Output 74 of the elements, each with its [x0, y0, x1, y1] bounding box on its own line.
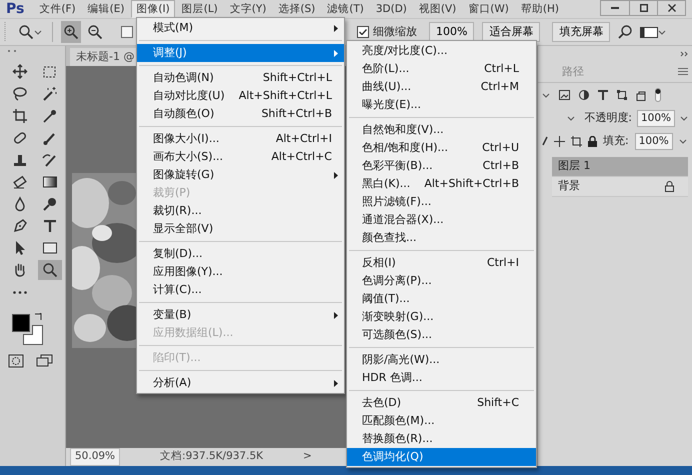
- menu-item[interactable]: 计算(C)...: [137, 281, 344, 299]
- menu-bar-item[interactable]: 视图(V): [414, 0, 462, 18]
- menu-bar-item[interactable]: 编辑(E): [82, 0, 130, 18]
- menu-item[interactable]: 画布大小(S)... Alt+Ctrl+C: [137, 148, 344, 166]
- menu-bar-item[interactable]: 图像(I): [131, 0, 175, 18]
- zoom-field[interactable]: 50.09%: [70, 448, 120, 466]
- menu-item[interactable]: 裁切(R)...: [137, 202, 344, 220]
- menu-item[interactable]: 变量(B): [137, 306, 344, 324]
- menu-item[interactable]: 阴影/高光(W)...: [347, 351, 536, 369]
- scroll-arrow[interactable]: >: [303, 449, 312, 465]
- menu-item[interactable]: 颜色查找...: [347, 229, 536, 247]
- menu-item[interactable]: 反相(I) Ctrl+I: [347, 254, 536, 272]
- checkbox-label: 细微缩放: [373, 24, 417, 40]
- menu-item[interactable]: 自动色调(N) Shift+Ctrl+L: [137, 69, 344, 87]
- menu-item[interactable]: 渐变映射(G)...: [347, 308, 536, 326]
- shortcut-text: Shift+C: [477, 394, 519, 411]
- menu-bar-item[interactable]: 选择(S): [273, 0, 320, 18]
- menu-item[interactable]: 色相/饱和度(H)... Ctrl+U: [347, 139, 536, 157]
- shortcut-text: Alt+Shift+Ctrl+L: [238, 88, 332, 104]
- menu-item[interactable]: 色阶(L)... Ctrl+L: [347, 60, 536, 78]
- shortcut-text: Alt+Ctrl+I: [276, 130, 332, 147]
- menu-item[interactable]: HDR 色调...: [347, 369, 536, 387]
- menu-item[interactable]: 阈值(T)...: [347, 290, 536, 308]
- shortcut-text: Ctrl+B: [482, 158, 519, 174]
- menu-item[interactable]: 匹配颜色(M)...: [347, 412, 536, 430]
- menu-bar-item[interactable]: 3D(D): [370, 0, 412, 18]
- menu-item[interactable]: 分析(A): [137, 374, 344, 392]
- opacity-label: 不透明度:: [584, 110, 632, 126]
- menu-item[interactable]: 替换颜色(R)...: [347, 430, 536, 448]
- menu-item[interactable]: 色调分离(P)...: [347, 272, 536, 290]
- menu-bar-item[interactable]: 图层(L): [176, 0, 223, 18]
- menu-item[interactable]: 色彩平衡(B)... Ctrl+B: [347, 157, 536, 175]
- menu-item[interactable]: 自动对比度(U) Alt+Shift+Ctrl+L: [137, 87, 344, 105]
- shortcut-text: Ctrl+M: [480, 78, 519, 95]
- layer-row[interactable]: 图层 1: [552, 157, 688, 177]
- menu-item[interactable]: 图像旋转(G): [137, 166, 344, 184]
- app-logo: Ps: [5, 0, 26, 18]
- menu-item[interactable]: 亮度/对比度(C)...: [347, 42, 536, 60]
- menu-bar-item[interactable]: 滤镜(T): [322, 0, 369, 18]
- menu-bar-item[interactable]: 窗口(W): [463, 0, 514, 18]
- menu-item[interactable]: 黑白(K)... Alt+Shift+Ctrl+B: [347, 175, 536, 193]
- shortcut-text: Ctrl+I: [486, 254, 519, 271]
- document-info: 文档:937.5K/937.5K: [160, 449, 264, 464]
- menu-item[interactable]: 模式(M): [137, 19, 344, 37]
- menu-item[interactable]: 显示全部(V): [137, 220, 344, 238]
- menu-item[interactable]: 曝光度(E)...: [347, 96, 536, 114]
- menu-item[interactable]: 色调均化(Q): [347, 448, 536, 466]
- option-button[interactable]: 100%: [429, 22, 474, 42]
- menu-item[interactable]: 自然饱和度(V)...: [347, 121, 536, 139]
- shortcut-text: Shift+Ctrl+L: [262, 70, 332, 86]
- fill-label: 填充:: [603, 132, 629, 149]
- menu-item[interactable]: 通道混合器(X)...: [347, 211, 536, 229]
- menu-item[interactable]: 去色(D) Shift+C: [347, 394, 536, 412]
- shortcut-text: Ctrl+L: [484, 60, 519, 77]
- menu-item[interactable]: 应用图像(Y)...: [137, 263, 344, 281]
- menu-bar-item[interactable]: 帮助(H): [516, 0, 564, 18]
- fill-field[interactable]: 100%: [634, 132, 673, 150]
- menu-item[interactable]: 可选颜色(S)...: [347, 326, 536, 344]
- menu-bar-item[interactable]: 文字(Y): [224, 0, 272, 18]
- layer-row[interactable]: 背景: [552, 177, 688, 197]
- menu-item[interactable]: 复制(D)...: [137, 245, 344, 263]
- menu-item[interactable]: 照片滤镜(F)...: [347, 193, 536, 211]
- option-button[interactable]: 填充屏幕: [552, 22, 610, 42]
- menu-item[interactable]: 调整(J): [137, 44, 344, 62]
- opacity-field[interactable]: 100%: [636, 110, 675, 126]
- option-button[interactable]: 适合屏幕: [482, 22, 540, 42]
- menu-item[interactable]: 图像大小(I)... Alt+Ctrl+I: [137, 130, 344, 148]
- shortcut-text: Ctrl+U: [482, 140, 519, 156]
- shortcut-text: Shift+Ctrl+B: [261, 106, 332, 122]
- menu-item[interactable]: 曲线(U)... Ctrl+M: [347, 78, 536, 96]
- menu-item[interactable]: 自动颜色(O) Shift+Ctrl+B: [137, 105, 344, 123]
- menu-bar-item[interactable]: 文件(F): [34, 0, 81, 18]
- shortcut-text: Alt+Ctrl+C: [271, 148, 332, 165]
- shortcut-text: Alt+Shift+Ctrl+B: [424, 176, 519, 192]
